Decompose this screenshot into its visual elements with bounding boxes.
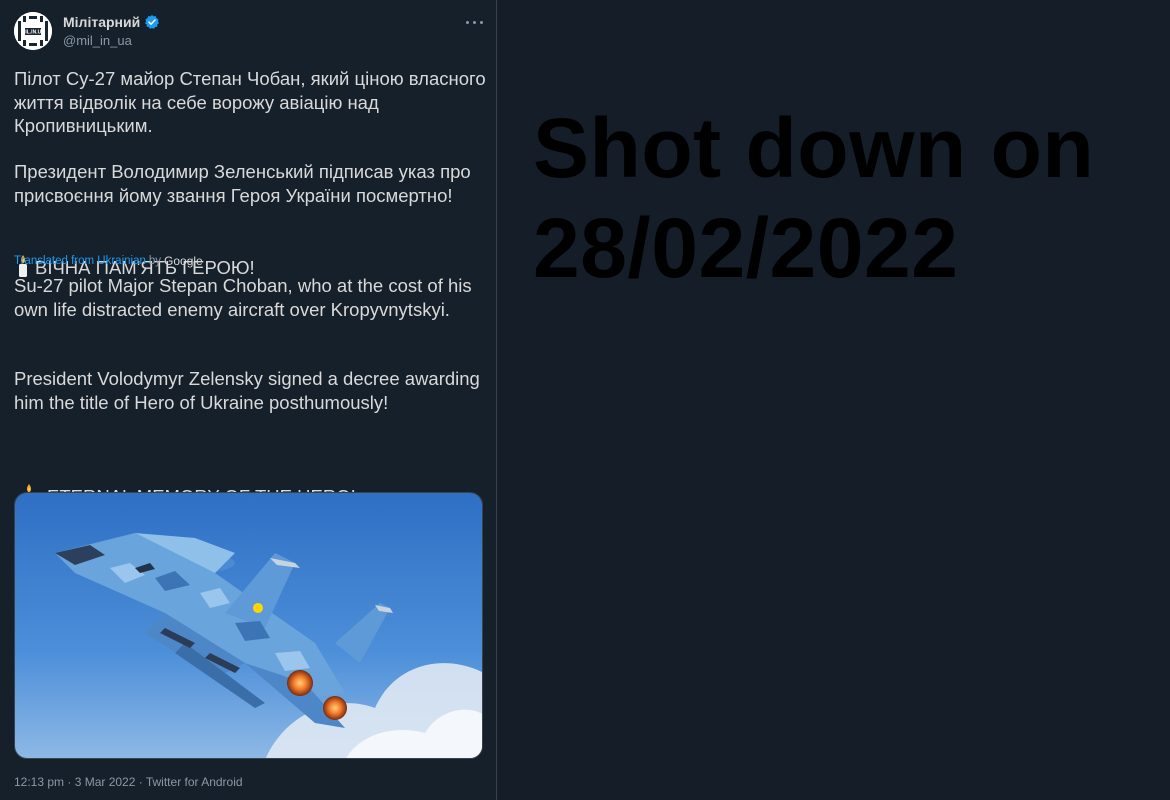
translation-provider-logo: Google [164, 254, 203, 268]
author-name-row[interactable]: Мілітарний [63, 14, 160, 30]
original-paragraph-2: Президент Володимир Зеленський підписав … [14, 161, 471, 206]
author-display-name[interactable]: Мілітарний [63, 14, 140, 30]
translated-paragraph-1: Su-27 pilot Major Stepan Choban, who at … [14, 275, 472, 320]
translated-paragraph-2: President Volodymyr Zelensky signed a de… [14, 368, 480, 413]
verified-badge-icon [145, 15, 160, 29]
original-paragraph-1: Пілот Су-27 майор Степан Чобан, який цін… [14, 68, 486, 136]
avatar-text: MIL.IN.UA [21, 30, 45, 36]
author-handle[interactable]: @mil_in_ua [63, 33, 132, 48]
translation-by: by [148, 255, 162, 267]
tweet-photo-su27[interactable] [14, 492, 483, 759]
translation-attribution[interactable]: Translated from Ukrainian by Google [14, 254, 203, 268]
tweet-timestamp-and-client[interactable]: 12:13 pm · 3 Mar 2022 · Twitter for Andr… [14, 775, 243, 789]
su27-aircraft-image [15, 493, 482, 758]
headline-line-1: Shot down on [533, 101, 1095, 195]
avatar[interactable]: MIL.IN.UA [14, 12, 52, 50]
mil-in-ua-logo: MIL.IN.UA [14, 12, 52, 50]
headline-caption: Shot down on 28/02/2022 [533, 98, 1163, 298]
headline-line-2: 28/02/2022 [533, 201, 959, 295]
tweet-panel: MIL.IN.UA Мілітарний @mil_in_ua Пілот Су… [0, 0, 497, 800]
translation-label[interactable]: Translated from Ukrainian [14, 255, 146, 267]
more-options-icon[interactable] [464, 14, 486, 30]
